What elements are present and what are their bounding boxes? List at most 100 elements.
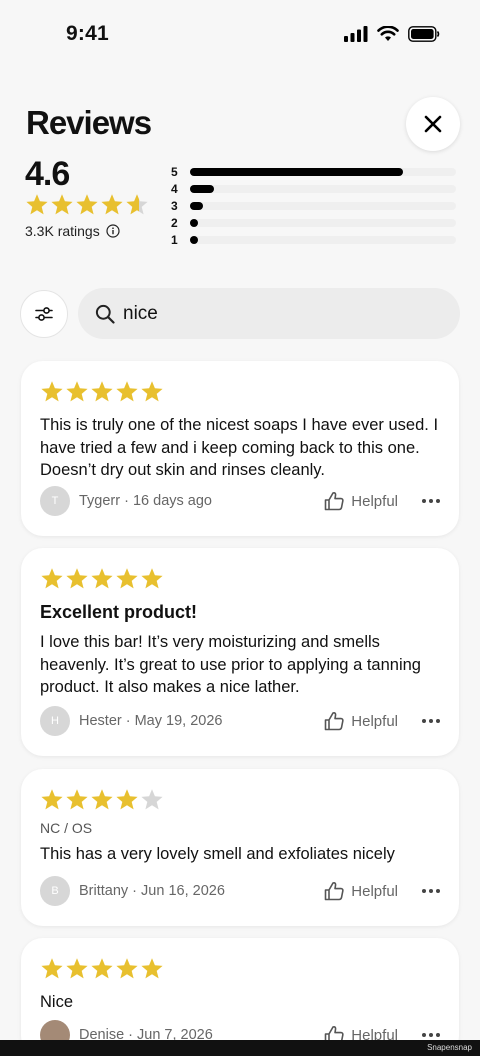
histogram-label: 5	[171, 164, 178, 179]
close-button[interactable]	[406, 97, 460, 151]
average-rating: 4.6	[25, 155, 70, 193]
more-options-button[interactable]	[422, 719, 440, 723]
helpful-button[interactable]: Helpful	[323, 710, 398, 732]
histogram-label: 4	[171, 181, 178, 196]
histogram-track	[190, 218, 456, 227]
histogram-row: 3	[171, 197, 457, 214]
star-icon	[116, 568, 138, 589]
ratings-count-label: 3.3K ratings	[25, 223, 100, 239]
histogram-label: 1	[171, 232, 178, 247]
review-author: Hester · May 19, 2026	[79, 713, 223, 729]
histogram-label: 2	[171, 215, 178, 230]
helpful-button[interactable]: Helpful	[323, 880, 398, 902]
star-icon	[116, 958, 138, 979]
wifi-icon	[377, 26, 399, 41]
histogram-track	[190, 201, 456, 210]
more-options-button[interactable]	[422, 499, 440, 503]
review-stars	[40, 787, 440, 813]
cellular-icon	[344, 26, 368, 42]
review-card: NC / OS This has a very lovely smell and…	[21, 769, 459, 926]
filter-icon	[35, 307, 53, 321]
star-icon	[141, 381, 163, 402]
review-body: This has a very lovely smell and exfolia…	[40, 845, 395, 863]
star-icon	[41, 568, 63, 589]
review-body: This is truly one of the nicest soaps I …	[40, 416, 439, 479]
star-icon	[126, 194, 148, 215]
search-icon	[95, 304, 115, 324]
star-icon	[66, 789, 88, 810]
star-icon	[91, 789, 113, 810]
status-time: 9:41	[66, 22, 109, 45]
search-input[interactable]	[123, 302, 423, 325]
review-body: I love this bar! It’s very moisturizing …	[40, 633, 421, 696]
star-icon	[116, 789, 138, 810]
star-icon	[51, 194, 73, 215]
star-icon	[101, 194, 123, 215]
star-icon	[141, 958, 163, 979]
star-icon	[26, 194, 48, 215]
review-card: Excellent product! I love this bar! It’s…	[21, 548, 459, 756]
histogram-bar	[190, 201, 204, 210]
battery-icon	[408, 26, 440, 42]
helpful-label: Helpful	[351, 882, 398, 900]
more-options-button[interactable]	[422, 1033, 440, 1037]
review-title: Excellent product!	[40, 602, 198, 622]
helpful-label: Helpful	[351, 712, 398, 730]
histogram-track	[190, 235, 456, 244]
histogram-row: 5	[171, 163, 457, 180]
review-card: This is truly one of the nicest soaps I …	[21, 361, 459, 536]
status-icons	[344, 26, 440, 42]
thumbs-up-icon	[324, 492, 344, 511]
star-icon	[66, 958, 88, 979]
review-stars	[40, 956, 440, 982]
histogram-bar	[190, 167, 403, 176]
helpful-label: Helpful	[351, 492, 398, 510]
filter-button[interactable]	[20, 290, 68, 338]
average-stars	[25, 193, 149, 217]
review-variant: NC / OS	[40, 820, 93, 836]
avatar: B	[40, 876, 70, 906]
avatar: H	[40, 706, 70, 736]
thumbs-up-icon	[324, 882, 344, 901]
star-icon	[91, 568, 113, 589]
more-options-button[interactable]	[422, 889, 440, 893]
watermark-text: Snapensnap	[427, 1043, 472, 1052]
review-author: Tygerr · 16 days ago	[79, 493, 212, 509]
star-icon	[91, 958, 113, 979]
review-footer: H Hester · May 19, 2026 Helpful	[40, 706, 440, 736]
histogram-bar	[190, 218, 198, 227]
review-author: Brittany · Jun 16, 2026	[79, 883, 225, 899]
helpful-button[interactable]: Helpful	[323, 490, 398, 512]
page-title: Reviews	[26, 104, 152, 141]
star-icon	[66, 568, 88, 589]
avatar: T	[40, 486, 70, 516]
star-icon	[91, 381, 113, 402]
star-icon	[141, 568, 163, 589]
review-stars	[40, 566, 440, 592]
info-icon[interactable]	[106, 224, 120, 238]
review-stars	[40, 379, 440, 405]
status-bar: 9:41	[0, 0, 480, 70]
rating-histogram: 5 4 3 2 1	[171, 163, 457, 248]
review-footer: T Tygerr · 16 days ago Helpful	[40, 486, 440, 516]
histogram-bar	[190, 184, 214, 193]
histogram-track	[190, 167, 456, 176]
star-icon	[141, 789, 163, 810]
search-bar[interactable]	[78, 288, 460, 339]
histogram-row: 2	[171, 214, 457, 231]
review-body: Nice	[40, 993, 74, 1011]
histogram-track	[190, 184, 456, 193]
star-icon	[76, 194, 98, 215]
close-icon	[424, 115, 442, 133]
star-icon	[41, 958, 63, 979]
histogram-row: 4	[171, 180, 457, 197]
star-icon	[66, 381, 88, 402]
thumbs-up-icon	[324, 712, 344, 731]
histogram-row: 1	[171, 231, 457, 248]
star-icon	[41, 789, 63, 810]
review-footer: B Brittany · Jun 16, 2026 Helpful	[40, 876, 440, 906]
histogram-label: 3	[171, 198, 178, 213]
star-icon	[41, 381, 63, 402]
ratings-count: 3.3K ratings	[25, 223, 120, 239]
histogram-bar	[190, 235, 198, 244]
